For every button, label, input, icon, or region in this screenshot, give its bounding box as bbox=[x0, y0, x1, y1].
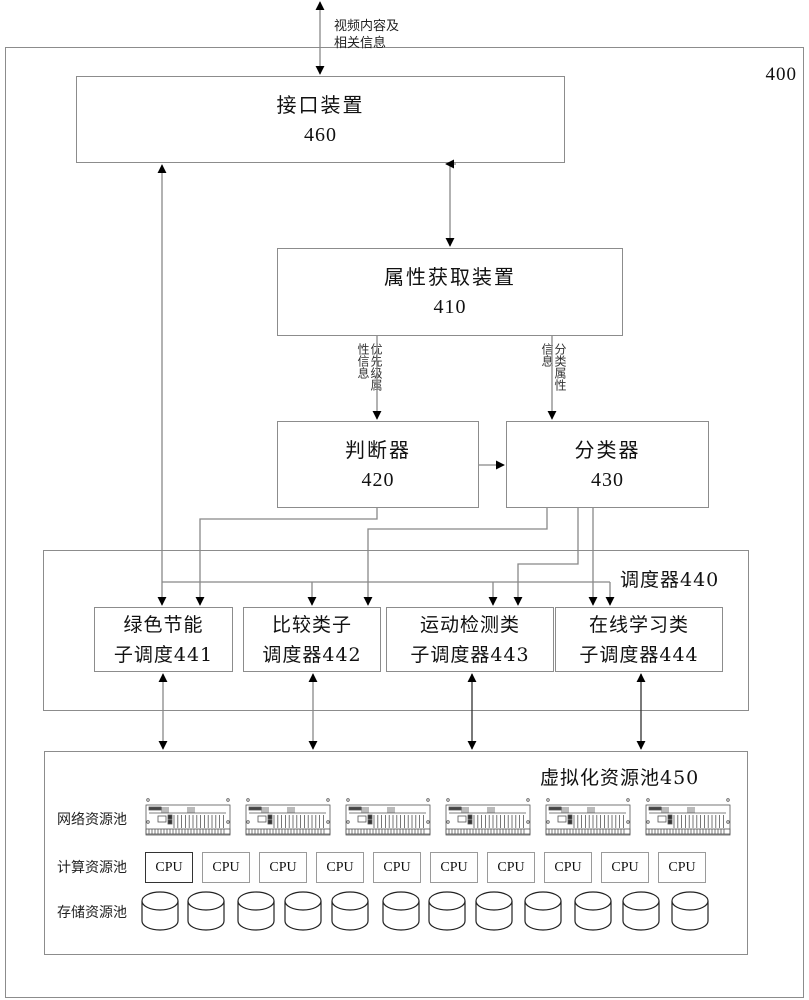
storage-disk-icon bbox=[237, 891, 275, 931]
storage-disk-icon bbox=[475, 891, 513, 931]
network-device-icon bbox=[445, 798, 531, 836]
storage-disk-icon bbox=[187, 891, 225, 931]
network-device-icon bbox=[145, 798, 231, 836]
storage-disk-icon bbox=[382, 891, 420, 931]
network-device-icon bbox=[545, 798, 631, 836]
storage-disk-icon bbox=[524, 891, 562, 931]
storage-disk-icon bbox=[622, 891, 660, 931]
storage-disk-icon bbox=[671, 891, 709, 931]
network-device-icon bbox=[645, 798, 731, 836]
classifier-to-443-arrow bbox=[513, 508, 579, 606]
classifier-to-442-arrow bbox=[363, 508, 548, 606]
storage-disk-icon bbox=[284, 891, 322, 931]
network-device-icon bbox=[345, 798, 431, 836]
storage-disk-icon bbox=[574, 891, 612, 931]
connector-layer bbox=[141, 1, 731, 931]
storage-disk-icon bbox=[141, 891, 179, 931]
storage-disk-icon bbox=[428, 891, 466, 931]
network-device-icon bbox=[245, 798, 331, 836]
storage-disk-icon bbox=[331, 891, 369, 931]
judge-to-441-arrow bbox=[195, 508, 378, 606]
